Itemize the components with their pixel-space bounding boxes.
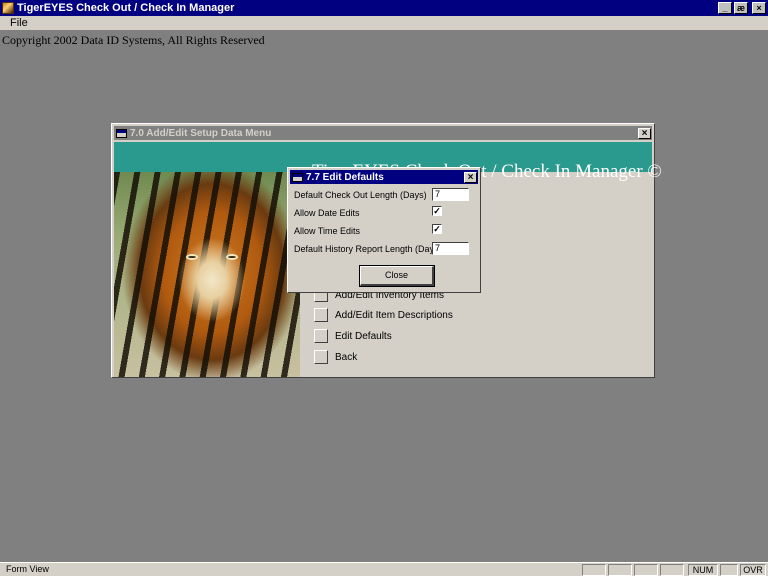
menu-item-back[interactable]: Back bbox=[314, 350, 357, 364]
back-button[interactable] bbox=[314, 350, 328, 364]
checkout-length-label: Default Check Out Length (Days) bbox=[294, 190, 427, 200]
form-icon bbox=[116, 128, 127, 138]
allow-time-edits-checkbox[interactable]: ✓ bbox=[432, 224, 442, 234]
minimize-button[interactable]: _ bbox=[718, 2, 732, 14]
setup-menu-titlebar[interactable]: 7.0 Add/Edit Setup Data Menu × bbox=[114, 126, 652, 140]
item-descriptions-label: Add/Edit Item Descriptions bbox=[335, 309, 453, 321]
status-ovr-indicator: OVR bbox=[740, 564, 766, 576]
setup-menu-title: 7.0 Add/Edit Setup Data Menu bbox=[130, 127, 272, 139]
statusbar: Form View NUM OVR bbox=[0, 562, 768, 576]
item-descriptions-button[interactable] bbox=[314, 308, 328, 322]
menu-item-edit-defaults[interactable]: Edit Defaults bbox=[314, 329, 392, 343]
dialog-titlebar[interactable]: 7.7 Edit Defaults × bbox=[290, 170, 478, 184]
menubar: File bbox=[0, 16, 768, 31]
close-app-button[interactable]: × bbox=[752, 2, 766, 14]
tiger-image bbox=[114, 172, 300, 377]
edit-defaults-label: Edit Defaults bbox=[335, 330, 392, 342]
history-length-label: Default History Report Length (Days) bbox=[294, 244, 442, 254]
status-text: Form View bbox=[6, 564, 49, 574]
allow-date-edits-label: Allow Date Edits bbox=[294, 208, 360, 218]
app-titlebar: TigerEYES Check Out / Check In Manager _… bbox=[0, 0, 768, 16]
status-num-indicator: NUM bbox=[688, 564, 718, 576]
menu-item-item-descriptions[interactable]: Add/Edit Item Descriptions bbox=[314, 308, 453, 322]
edit-defaults-dialog: 7.7 Edit Defaults × Default Check Out Le… bbox=[287, 167, 481, 293]
back-label: Back bbox=[335, 351, 358, 363]
app-title: TigerEYES Check Out / Check In Manager bbox=[17, 2, 235, 14]
allow-date-edits-checkbox[interactable]: ✓ bbox=[432, 206, 442, 216]
window-controls: _ æ × bbox=[718, 2, 766, 14]
status-panel-2 bbox=[608, 564, 632, 576]
status-panel-6 bbox=[720, 564, 738, 576]
status-panel-4 bbox=[660, 564, 684, 576]
checkout-length-input[interactable]: 7 bbox=[432, 188, 469, 201]
dialog-close-icon[interactable]: × bbox=[464, 171, 477, 183]
close-button[interactable]: Close bbox=[359, 265, 435, 287]
status-panel-3 bbox=[634, 564, 658, 576]
menu-file[interactable]: File bbox=[10, 17, 28, 29]
tiger-eye-right bbox=[226, 254, 238, 260]
restore-button[interactable]: æ bbox=[734, 2, 748, 14]
status-panel-1 bbox=[582, 564, 606, 576]
setup-menu-close-button[interactable]: × bbox=[638, 127, 651, 139]
copyright-text: Copyright 2002 Data ID Systems, All Righ… bbox=[2, 33, 265, 47]
history-length-input[interactable]: 7 bbox=[432, 242, 469, 255]
tiger-app-icon[interactable] bbox=[2, 2, 14, 14]
tiger-eye-left bbox=[186, 254, 198, 260]
allow-time-edits-label: Allow Time Edits bbox=[294, 226, 361, 236]
dialog-title: 7.7 Edit Defaults bbox=[306, 171, 384, 183]
edit-defaults-button[interactable] bbox=[314, 329, 328, 343]
form-icon bbox=[292, 172, 303, 182]
